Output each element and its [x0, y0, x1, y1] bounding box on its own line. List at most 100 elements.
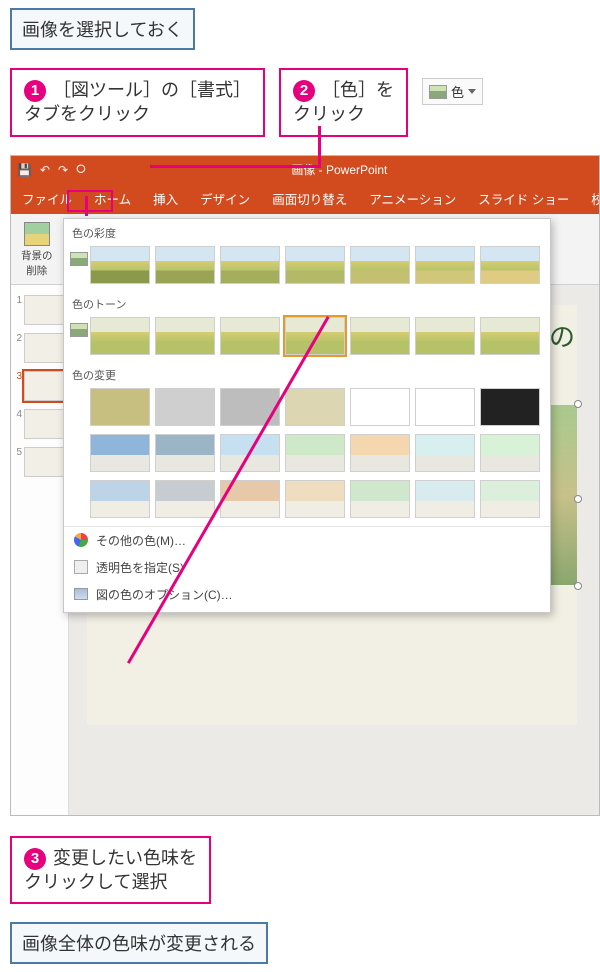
- leader-line: [150, 165, 321, 168]
- color-swatch[interactable]: [285, 246, 345, 284]
- qat-redo-icon[interactable]: ↷: [58, 163, 68, 177]
- color-button-sample-label: 色: [451, 82, 464, 101]
- qat-undo-icon[interactable]: ↶: [40, 163, 50, 177]
- color-swatch[interactable]: [480, 480, 540, 518]
- result-callout: 画像全体の色味が変更される: [10, 922, 268, 964]
- qat-start-icon[interactable]: ⭘: [76, 162, 86, 177]
- color-swatch[interactable]: [155, 246, 215, 284]
- thumb-num: 3: [14, 371, 22, 382]
- tab-home[interactable]: ホーム: [83, 183, 142, 214]
- color-swatch[interactable]: [415, 480, 475, 518]
- row-icon: [70, 323, 86, 337]
- tab-slideshow[interactable]: スライド ショー: [467, 183, 580, 214]
- powerpoint-window: 💾 ↶ ↷ ⭘ 画像 - PowerPoint ファイル ホーム 挿入 デザイン…: [10, 155, 600, 816]
- color-swatch[interactable]: [415, 317, 475, 355]
- color-swatch[interactable]: [350, 317, 410, 355]
- slide-thumb-current[interactable]: [24, 371, 64, 401]
- section-recolor: 色の変更: [64, 361, 550, 386]
- color-swatch[interactable]: [220, 317, 280, 355]
- color-swatch[interactable]: [350, 246, 410, 284]
- color-swatch[interactable]: [285, 388, 345, 426]
- color-swatch[interactable]: [90, 388, 150, 426]
- thumb-num: 2: [14, 333, 22, 344]
- step1-line2: タブをクリック: [24, 104, 150, 124]
- picture-icon: [74, 588, 88, 600]
- tab-transitions[interactable]: 画面切り替え: [261, 183, 358, 214]
- color-swatch[interactable]: [350, 434, 410, 472]
- eyedropper-icon: [74, 560, 88, 574]
- step3-line1: 変更したい色味を: [53, 848, 197, 868]
- color-swatch[interactable]: [220, 246, 280, 284]
- more-colors-item[interactable]: その他の色(M)…: [64, 527, 550, 554]
- color-swatch[interactable]: [350, 480, 410, 518]
- color-swatch[interactable]: [480, 388, 540, 426]
- resize-handle[interactable]: [574, 495, 582, 503]
- tab-animations[interactable]: アニメーション: [358, 183, 467, 214]
- color-swatch[interactable]: [155, 388, 215, 426]
- set-transparent-label: 透明色を指定(S): [96, 559, 184, 576]
- leader-line: [85, 196, 88, 216]
- qat-save-icon[interactable]: 💾: [17, 163, 32, 177]
- color-swatch[interactable]: [90, 317, 150, 355]
- thumb-wrap[interactable]: 4: [14, 409, 65, 439]
- resize-handle[interactable]: [574, 400, 582, 408]
- color-swatch[interactable]: [415, 388, 475, 426]
- step2-number: 2: [293, 80, 315, 102]
- step3-line2: クリックして選択: [24, 872, 167, 892]
- thumb-wrap[interactable]: 3: [14, 371, 65, 401]
- color-swatch[interactable]: [155, 480, 215, 518]
- color-swatch[interactable]: [90, 480, 150, 518]
- thumb-num: 5: [14, 447, 22, 458]
- section-saturation: 色の彩度: [64, 219, 550, 244]
- color-swatch[interactable]: [415, 434, 475, 472]
- slide-thumb[interactable]: [24, 409, 64, 439]
- color-swatch[interactable]: [285, 434, 345, 472]
- remove-background-label: 背景の 削除: [21, 248, 53, 278]
- tab-review[interactable]: 校閲: [580, 183, 600, 214]
- recolor-row: [64, 386, 550, 432]
- thumb-wrap[interactable]: 5: [14, 447, 65, 477]
- color-swatch[interactable]: [350, 388, 410, 426]
- color-swatch[interactable]: [155, 434, 215, 472]
- color-swatch[interactable]: [480, 434, 540, 472]
- color-swatch[interactable]: [220, 388, 280, 426]
- color-swatch[interactable]: [155, 317, 215, 355]
- window-title: 画像 - PowerPoint: [86, 161, 593, 178]
- color-button-sample: 色: [422, 78, 483, 105]
- title-bar: 💾 ↶ ↷ ⭘ 画像 - PowerPoint: [11, 156, 599, 184]
- slide-thumb[interactable]: [24, 295, 64, 325]
- color-swatch[interactable]: [480, 246, 540, 284]
- color-swatch[interactable]: [480, 317, 540, 355]
- slide-thumb[interactable]: [24, 447, 64, 477]
- recolor-row: [64, 432, 550, 478]
- color-options-item[interactable]: 図の色のオプション(C)…: [64, 581, 550, 608]
- quick-access-toolbar: 💾 ↶ ↷ ⭘: [17, 162, 86, 177]
- color-swatch[interactable]: [285, 480, 345, 518]
- ribbon-tabs: ファイル ホーム 挿入 デザイン 画面切り替え アニメーション スライド ショー…: [11, 184, 599, 214]
- tab-insert[interactable]: 挿入: [142, 183, 189, 214]
- remove-background-button[interactable]: 背景の 削除: [17, 220, 57, 280]
- precondition-callout: 画像を選択しておく: [10, 8, 195, 50]
- tab-file[interactable]: ファイル: [11, 183, 83, 214]
- step2-line1: ［色］を: [322, 80, 394, 100]
- resize-handle[interactable]: [574, 582, 582, 590]
- step1-callout: 1 ［図ツール］の［書式］ タブをクリック: [10, 68, 265, 137]
- precondition-text: 画像を選択しておく: [22, 20, 183, 40]
- row-icon: [70, 252, 86, 266]
- step2-line2: クリック: [293, 104, 365, 124]
- result-text: 画像全体の色味が変更される: [22, 934, 256, 954]
- leader-line: [318, 126, 321, 168]
- remove-background-icon: [24, 222, 50, 246]
- step3-number: 3: [24, 848, 46, 870]
- step1-number: 1: [24, 80, 46, 102]
- slide-thumbnails-pane[interactable]: 1 2 3 4 5: [11, 285, 69, 815]
- tab-design[interactable]: デザイン: [189, 183, 261, 214]
- color-swatch[interactable]: [90, 246, 150, 284]
- thumb-wrap[interactable]: 2: [14, 333, 65, 363]
- color-swatch[interactable]: [90, 434, 150, 472]
- color-swatch[interactable]: [415, 246, 475, 284]
- set-transparent-item[interactable]: 透明色を指定(S): [64, 554, 550, 581]
- saturation-row: [64, 244, 550, 290]
- slide-thumb[interactable]: [24, 333, 64, 363]
- thumb-wrap[interactable]: 1: [14, 295, 65, 325]
